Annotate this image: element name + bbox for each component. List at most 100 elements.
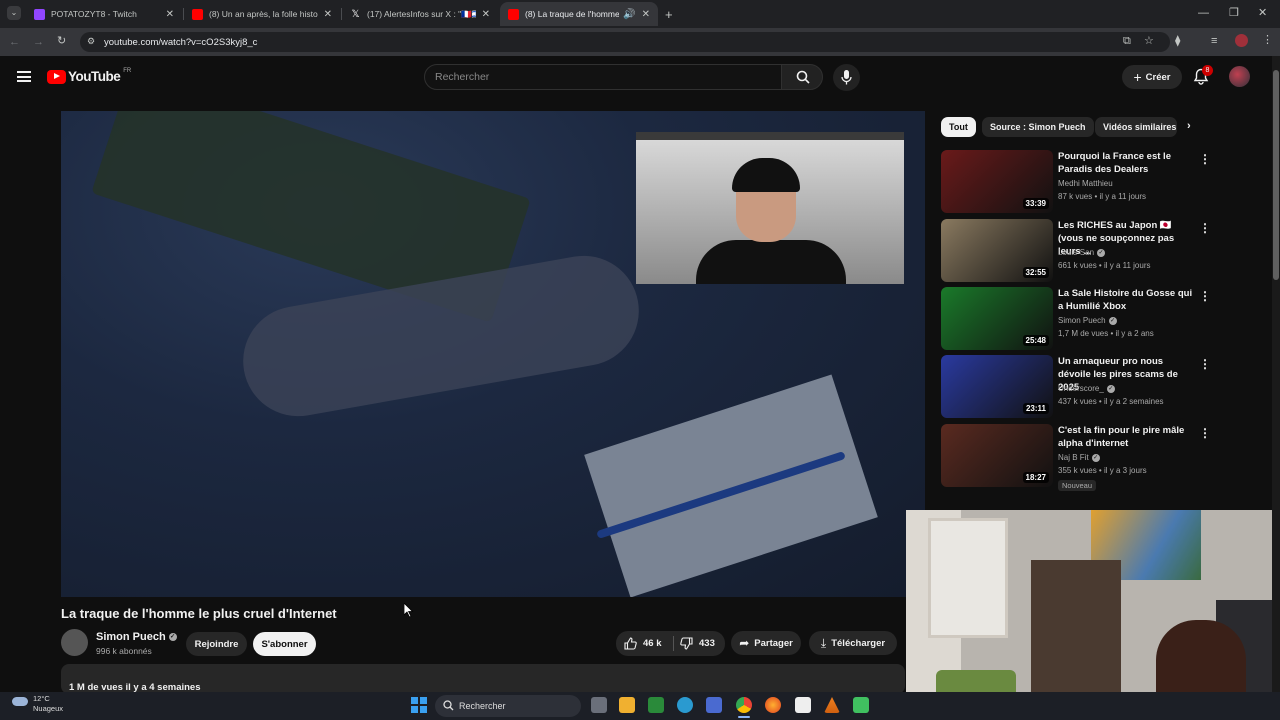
reload-icon[interactable]: ↻ [57, 36, 66, 47]
new-tab-icon[interactable]: + [665, 8, 673, 21]
extensions-icon[interactable]: ⧫ [1175, 36, 1180, 47]
verified-icon: ✓ [1108, 316, 1117, 325]
address-bar[interactable]: ⚙ youtube.com/watch?v=cO2S3kyj8_c ⧉ ☆ [80, 32, 1170, 52]
recommendation-card[interactable]: 18:27 C'est la fin pour le pire mâle alph… [941, 424, 1211, 491]
close-tab-icon[interactable]: ✕ [166, 9, 174, 20]
site-info-icon[interactable]: ⚙ [87, 37, 95, 46]
description-box[interactable]: 1 M de vues il y a 4 semaines [61, 664, 905, 694]
recommendation-card[interactable]: 32:55 Les RICHES au Japon 🇯🇵 (vous ne sou… [941, 219, 1211, 283]
create-button[interactable]: + Créer [1122, 65, 1182, 89]
windows-taskbar [0, 692, 1280, 720]
join-button[interactable]: Rejoindre [186, 632, 247, 656]
task-view-icon[interactable] [591, 697, 607, 713]
video-thumbnail[interactable]: 32:55 [941, 219, 1053, 282]
hamburger-menu-icon[interactable] [17, 71, 31, 82]
tab-search-chevron-icon[interactable]: ⌄ [7, 6, 21, 20]
recommendation-title[interactable]: La Sale Histoire du Gosse qui a Humilié … [1058, 287, 1198, 313]
browser-menu-icon[interactable]: ⋮ [1262, 35, 1273, 46]
close-window-icon[interactable]: ✕ [1258, 8, 1267, 19]
recommendation-channel[interactable]: Louis-San ✓ [1058, 248, 1106, 257]
more-options-icon[interactable]: ⋮ [1199, 289, 1211, 303]
chrome-icon[interactable] [736, 697, 752, 713]
recommendation-channel-text: Simon Puech [1058, 316, 1106, 325]
recommendation-title[interactable]: C'est la fin pour le pire mâle alpha d'i… [1058, 424, 1198, 450]
voice-search-button[interactable] [833, 64, 860, 91]
account-avatar[interactable] [1229, 66, 1250, 87]
forward-icon[interactable]: → [33, 37, 44, 48]
recommendation-title[interactable]: Pourquoi la France est le Paradis des De… [1058, 150, 1198, 176]
maximize-icon[interactable]: ❐ [1229, 8, 1239, 19]
cast-icon[interactable]: ⧉ [1123, 36, 1131, 47]
close-tab-icon[interactable]: ✕ [324, 9, 332, 20]
edge-icon[interactable] [677, 697, 693, 713]
video-thumbnail[interactable]: 25:48 [941, 287, 1053, 350]
recommendation-channel[interactable]: Medhi Matthieu [1058, 179, 1113, 188]
url-text: youtube.com/watch?v=cO2S3kyj8_c [104, 36, 258, 48]
browser-tab-x[interactable]: 𝕏 (17) AlertesInfos sur X : "🇫🇷🇮🇱 C ✕ [342, 2, 498, 26]
chip-all[interactable]: Tout [941, 117, 976, 137]
chip-source[interactable]: Source : Simon Puech [982, 117, 1094, 137]
video-thumbnail[interactable]: 18:27 [941, 424, 1053, 487]
search-button[interactable] [781, 64, 823, 90]
video-duration: 25:48 [1022, 335, 1049, 346]
close-tab-icon[interactable]: ✕ [482, 9, 490, 20]
store-icon[interactable] [706, 697, 722, 713]
recommendation-card[interactable]: 23:11 Un arnaqueur pro nous dévoile les p… [941, 355, 1211, 419]
search-icon [443, 700, 454, 711]
more-options-icon[interactable]: ⋮ [1199, 357, 1211, 371]
weather-widget[interactable]: 12°C Nuageux [12, 694, 63, 714]
plus-icon: + [1133, 69, 1142, 85]
mouse-cursor-icon [404, 603, 414, 618]
reading-list-icon[interactable]: ≡ [1211, 36, 1217, 47]
more-options-icon[interactable]: ⋮ [1199, 221, 1211, 235]
active-app-indicator [738, 716, 750, 718]
file-explorer-icon[interactable] [619, 697, 635, 713]
more-options-icon[interactable]: ⋮ [1199, 426, 1211, 440]
capcut-icon[interactable] [795, 697, 811, 713]
video-duration: 32:55 [1022, 267, 1049, 278]
back-icon[interactable]: ← [9, 37, 20, 48]
search-icon [796, 70, 810, 84]
firefox-icon[interactable] [765, 697, 781, 713]
like-button[interactable]: 46 k [616, 631, 674, 656]
browser-tab-twitch[interactable]: POTATOZYT8 - Twitch ✕ [26, 2, 182, 26]
recommendation-meta: 437 k vues • il y a 2 semaines [1058, 397, 1164, 406]
browser-tab-youtube-active[interactable]: (8) La traque de l'homme le 🔊 ✕ [500, 2, 658, 26]
chip-similar[interactable]: Vidéos similaires [1095, 117, 1177, 137]
video-thumbnail[interactable]: 33:39 [941, 150, 1053, 213]
windows-start-icon[interactable] [411, 697, 427, 713]
page-scrollbar-thumb[interactable] [1273, 70, 1279, 280]
browser-tab-youtube-1[interactable]: (8) Un an après, la folle histoire ✕ [184, 2, 340, 26]
audio-playing-icon[interactable]: 🔊 [623, 9, 635, 20]
video-thumbnail[interactable]: 23:11 [941, 355, 1053, 418]
nvidia-icon[interactable] [648, 697, 664, 713]
minimize-icon[interactable]: — [1198, 8, 1209, 19]
profile-avatar[interactable] [1235, 34, 1248, 47]
close-tab-icon[interactable]: ✕ [642, 9, 650, 20]
search-input[interactable]: Rechercher [424, 64, 782, 90]
video-duration: 18:27 [1022, 472, 1049, 483]
chevron-right-icon[interactable]: › [1187, 120, 1191, 132]
dislike-button[interactable]: 433 [674, 631, 725, 656]
more-options-icon[interactable]: ⋮ [1199, 152, 1211, 166]
new-badge: Nouveau [1058, 480, 1097, 491]
recommendation-channel[interactable]: Naj B Fit ✓ [1058, 453, 1100, 462]
video-duration: 33:39 [1022, 198, 1049, 209]
recommendation-card[interactable]: 25:48 La Sale Histoire du Gosse qui a Hum… [941, 287, 1211, 351]
chat-app-icon[interactable] [853, 697, 869, 713]
recommendation-card[interactable]: 33:39 Pourquoi la France est le Paradis d… [941, 150, 1211, 214]
recommendation-channel-text: Underscore_ [1058, 384, 1104, 393]
download-button[interactable]: ⤓ Télécharger [809, 631, 897, 655]
subscribe-button[interactable]: S'abonner [253, 632, 316, 656]
recommendation-channel[interactable]: Simon Puech ✓ [1058, 316, 1117, 325]
channel-name[interactable]: Simon Puech ✓ [96, 631, 177, 643]
channel-avatar[interactable] [61, 629, 88, 656]
bookmark-star-icon[interactable]: ☆ [1144, 36, 1154, 47]
share-button[interactable]: ➦ Partager [731, 631, 801, 655]
recommendation-meta: 1,7 M de vues • il y a 2 ans [1058, 329, 1154, 338]
youtube-logo[interactable]: YouTube FR [47, 67, 132, 84]
notifications-button[interactable]: 8 [1193, 65, 1213, 86]
taskbar-search[interactable]: Rechercher [435, 695, 581, 717]
recommendation-channel[interactable]: Underscore_ ✓ [1058, 384, 1115, 393]
region-code: FR [123, 67, 132, 74]
